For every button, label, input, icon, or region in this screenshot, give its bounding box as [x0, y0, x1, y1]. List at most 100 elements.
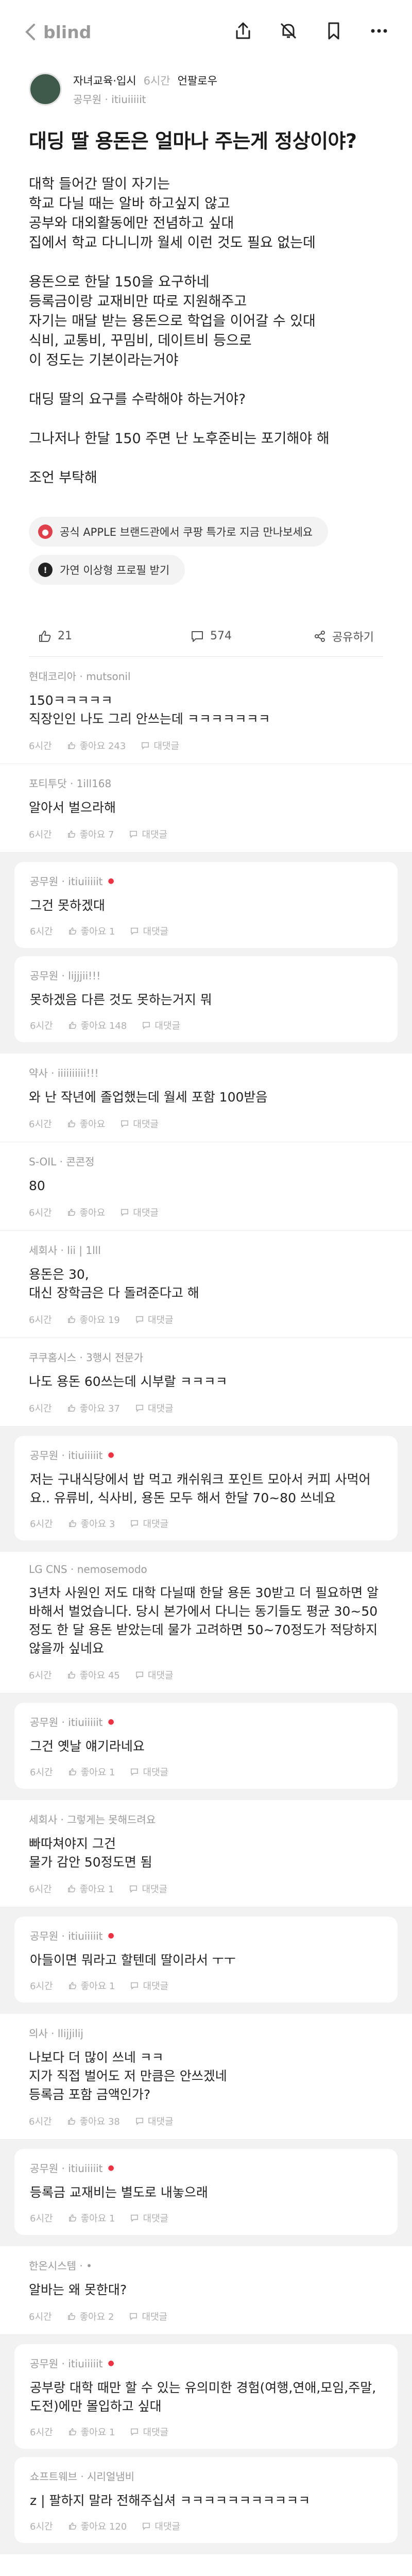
info-icon: !	[38, 563, 53, 578]
comment-footer: 6시간 좋아요 대댓글	[29, 1117, 383, 1130]
comment-time: 6시간	[30, 1981, 53, 1992]
bookmark-icon[interactable]	[323, 21, 344, 41]
comment-like-button[interactable]: 좋아요 1	[68, 1979, 115, 1992]
reply-text: 못하겠음 다른 것도 못하는거지 뭐	[30, 992, 212, 1008]
back-button[interactable]: blind	[24, 22, 91, 42]
comment-author[interactable]: S-OIL · 콘콘정	[29, 1154, 383, 1168]
thumbs-up-icon	[68, 1021, 77, 1029]
comment-footer: 6시간 좋아요 1 대댓글	[30, 1979, 382, 1992]
comment-author[interactable]: 포티투닷 · 1ill168	[29, 775, 383, 790]
comment-text: 알아서 벌으라해	[29, 800, 116, 816]
like-button[interactable]: 21	[38, 630, 157, 643]
comment-button[interactable]: 574	[157, 630, 266, 643]
comment-like-button[interactable]: 좋아요 19	[67, 1313, 120, 1326]
comment-like-button[interactable]: 좋아요 148	[68, 1019, 127, 1032]
comment-reply-button[interactable]: 대댓글	[135, 2114, 174, 2128]
comment-reply-button[interactable]: 대댓글	[135, 1668, 174, 1682]
reply-author[interactable]: 공무원 · itiuiiiiit ●	[30, 873, 382, 888]
comment-footer: 6시간 좋아요 대댓글	[29, 1206, 383, 1219]
comment-like-button[interactable]: 좋아요 7	[67, 827, 114, 841]
reply-thread: 공무원 · itiuiiiiit ● 저는 구내식당에서 밥 먹고 캐쉬워크 포인트…	[0, 1427, 412, 1552]
author-badge-dot: ●	[108, 1931, 114, 1940]
comment-reply-button[interactable]: 대댓글	[142, 1019, 180, 1032]
comment-author[interactable]: 세회사 · 그렇게는 못해드려요	[29, 1811, 383, 1826]
post-body: 대학 들어간 딸이 자기는 학교 다닐 때는 알바 하고싶지 않고 공부와 대외활동…	[29, 175, 383, 488]
comment-icon	[130, 1981, 139, 1990]
thumbs-up-icon	[67, 2117, 76, 2125]
reply-author[interactable]: 쇼프트웨브 · 시리얼냄비	[30, 2468, 382, 2483]
comment-like-button[interactable]: 좋아요 1	[67, 1882, 114, 1895]
reply-author[interactable]: 공무원 · itiuiiiiit ●	[30, 1714, 382, 1729]
comment-author[interactable]: 세회사 · lii | 1lll	[29, 1242, 383, 1257]
comment-author[interactable]: 한온시스템 · •	[29, 2258, 383, 2273]
comment-reply-button[interactable]: 대댓글	[129, 827, 167, 841]
thumbs-up-icon	[67, 1120, 76, 1128]
comment-reply-button[interactable]: 대댓글	[141, 739, 179, 752]
comment-time: 6시간	[29, 1884, 52, 1895]
comment-like-button[interactable]: 좋아요	[67, 1117, 105, 1130]
thumbs-up-icon	[67, 1404, 76, 1412]
comment-like-button[interactable]: 좋아요 3	[68, 1517, 115, 1530]
post-stats: 21 574 공유하기	[29, 616, 383, 657]
post: 대딩 딸 용돈은 얼마나 주는게 정상이야? 대학 들어간 딸이 자기는 학교 다…	[0, 129, 412, 657]
comment-reply-button[interactable]: 대댓글	[130, 1979, 168, 1992]
comment-like-button[interactable]: 좋아요 1	[68, 2425, 115, 2438]
comment-like-button[interactable]: 좋아요 45	[67, 1668, 120, 1682]
author-badge-dot: ●	[108, 1450, 114, 1459]
reply-text: z | 팔하지 말라 전해주십셔 ㅋㅋㅋㅋㅋㅋㅋㅋㅋㅋㅋ	[30, 2493, 311, 2509]
reply-item: 공무원 · itiuiiiiit ● 등록금 교재비는 별도로 내놓으래 6시간 좋아요…	[14, 2149, 398, 2235]
comment-footer: 6시간 좋아요 38 대댓글	[29, 2114, 383, 2128]
comment-text: 150ㅋㅋㅋㅋㅋ 직장인인 나도 그리 안쓰는데 ㅋㅋㅋㅋㅋㅋㅋ	[29, 693, 270, 727]
comment-author[interactable]: 의사 · llijjilij	[29, 2025, 383, 2040]
comment-like-button[interactable]: 좋아요	[67, 1206, 105, 1219]
comment-author[interactable]: 현대코리아 · mutsonil	[29, 668, 383, 683]
comment-reply-button[interactable]: 대댓글	[130, 2211, 168, 2225]
board-name[interactable]: 자녀교육·입시	[73, 73, 136, 88]
reply-author[interactable]: 공무원 · lijjjii!!!	[30, 968, 382, 982]
comment-author[interactable]: 쿠쿠홈시스 · 3행시 전문가	[29, 1349, 383, 1364]
comment-footer: 6시간 좋아요 1 대댓글	[30, 1765, 382, 1778]
comment-reply-button[interactable]: 대댓글	[129, 1882, 167, 1895]
comment-like-button[interactable]: 좋아요 1	[68, 2211, 115, 2225]
avatar[interactable]	[29, 73, 62, 106]
comment-like-button[interactable]: 좋아요 2	[67, 2310, 114, 2323]
comment-reply-button[interactable]: 대댓글	[135, 1401, 174, 1415]
comment-reply-button[interactable]: 대댓글	[121, 1117, 159, 1130]
comment-footer: 6시간 좋아요 2 대댓글	[29, 2310, 383, 2323]
promo-chips: ● 공식 APPLE 브랜드관에서 쿠팡 특가로 지금 만나보세요 ! 가연 이상형 …	[29, 517, 383, 593]
reply-author[interactable]: 공무원 · itiuiiiiit ●	[30, 1928, 382, 1943]
comment-author[interactable]: 약사 · iiiiiiiiii!!!	[29, 1065, 383, 1080]
comment-reply-button[interactable]: 대댓글	[130, 1517, 168, 1530]
comment-time: 6시간	[29, 2116, 52, 2128]
comment-icon	[130, 1519, 139, 1528]
comment-like-button[interactable]: 좋아요 120	[68, 2519, 127, 2533]
comment-like-button[interactable]: 좋아요 37	[67, 1401, 120, 1415]
more-icon[interactable]	[369, 21, 389, 41]
comment-footer: 6시간 좋아요 1 대댓글	[30, 924, 382, 938]
reply-author[interactable]: 공무원 · itiuiiiiit ●	[30, 2160, 382, 2175]
promo-chip[interactable]: ● 공식 APPLE 브랜드관에서 쿠팡 특가로 지금 만나보세요	[29, 517, 329, 547]
reply-thread: 공무원 · itiuiiiiit ● 그건 못하겠대 6시간 좋아요 1 대댓글 공무원 ·…	[0, 853, 412, 1054]
comment-like-button[interactable]: 좋아요 1	[68, 1765, 115, 1778]
notification-off-icon[interactable]	[278, 21, 299, 41]
comment-like-button[interactable]: 좋아요 243	[67, 739, 126, 752]
comment-like-button[interactable]: 좋아요 1	[68, 924, 115, 938]
comment-time: 6시간	[29, 1670, 52, 1682]
reply-author[interactable]: 공무원 · itiuiiiiit ●	[30, 1447, 382, 1462]
comment-author[interactable]: LG CNS · nemosemodo	[29, 1563, 383, 1575]
post-line: 이 정도는 기본이라는거야	[29, 352, 179, 369]
comment-reply-button[interactable]: 대댓글	[142, 2519, 180, 2533]
comment-time: 6시간	[29, 1119, 52, 1130]
comment-reply-button[interactable]: 대댓글	[129, 2310, 167, 2323]
comment-reply-button[interactable]: 대댓글	[130, 924, 168, 938]
comment-like-button[interactable]: 좋아요 38	[67, 2114, 120, 2128]
comment-reply-button[interactable]: 대댓글	[135, 1313, 174, 1326]
share-icon[interactable]	[233, 21, 253, 41]
promo-chip[interactable]: ! 가연 이상형 프로필 받기	[29, 555, 185, 585]
reply-author[interactable]: 공무원 · itiuiiiiit ●	[30, 2355, 382, 2370]
comment-reply-button[interactable]: 대댓글	[121, 1206, 159, 1219]
unfollow-button[interactable]: 언팔로우	[178, 73, 217, 88]
comment-reply-button[interactable]: 대댓글	[130, 2425, 168, 2438]
comment-reply-button[interactable]: 대댓글	[130, 1765, 168, 1778]
share-button[interactable]: 공유하기	[266, 628, 374, 645]
